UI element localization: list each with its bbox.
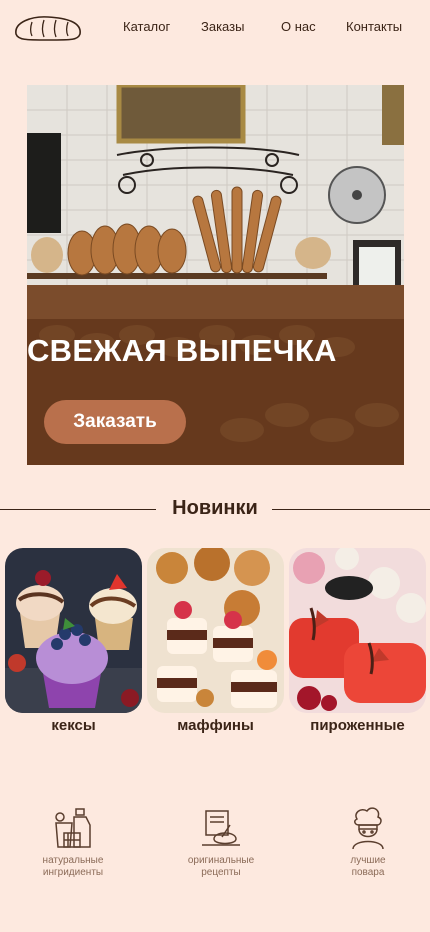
feature-text: натуральные ингридиенты bbox=[42, 855, 104, 878]
product-card-pastries[interactable]: пироженные bbox=[289, 548, 426, 734]
top-navigation: Каталог Заказы О нас Контакты bbox=[0, 0, 430, 56]
product-label: пироженные bbox=[310, 717, 405, 734]
hero-banner: СВЕЖАЯ ВЫПЕЧКА Заказать bbox=[27, 85, 404, 465]
product-card-cupcakes[interactable]: кексы bbox=[5, 548, 142, 734]
nav-link-contacts[interactable]: Контакты bbox=[346, 19, 402, 34]
feature-recipes: оригинальные рецепты bbox=[166, 805, 276, 879]
order-button[interactable]: Заказать bbox=[44, 400, 186, 444]
feature-text: оригинальные рецепты bbox=[187, 855, 255, 878]
muffins-photo[interactable] bbox=[147, 548, 284, 713]
divider-right bbox=[272, 509, 430, 510]
chef-icon bbox=[352, 807, 384, 850]
feature-chefs: лучшие повара bbox=[313, 805, 423, 879]
nav-link-about[interactable]: О нас bbox=[281, 19, 316, 34]
ingredients-icon bbox=[55, 808, 91, 848]
features-row: натуральные ингридиенты оригинальные рец… bbox=[0, 805, 430, 895]
hero-title: СВЕЖАЯ ВЫПЕЧКА bbox=[27, 333, 337, 368]
feature-text: лучшие повара bbox=[350, 855, 386, 878]
cupcakes-photo[interactable] bbox=[5, 548, 142, 713]
feature-ingredients: натуральные ингридиенты bbox=[18, 805, 128, 879]
pastries-photo[interactable] bbox=[289, 548, 426, 713]
product-label: маффины bbox=[177, 717, 254, 734]
nav-link-catalog[interactable]: Каталог bbox=[123, 19, 170, 34]
bread-loaf-icon[interactable] bbox=[12, 12, 84, 44]
new-items-heading: Новинки bbox=[0, 497, 430, 525]
product-card-muffins[interactable]: маффины bbox=[147, 548, 284, 734]
product-label: кексы bbox=[51, 717, 96, 734]
nav-link-orders[interactable]: Заказы bbox=[201, 19, 244, 34]
recipe-book-icon bbox=[202, 810, 240, 846]
product-cards: кексы маффины пироженные bbox=[5, 548, 426, 738]
